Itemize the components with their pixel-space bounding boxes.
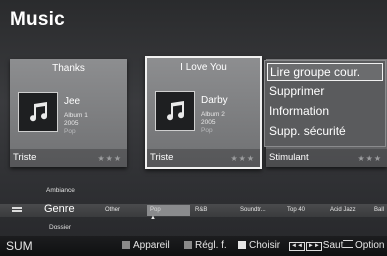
- music-card-1[interactable]: Thanks Jee Album 1 2005 Pop Triste ★★★: [10, 59, 127, 167]
- skip-back-icon: ◄◄: [289, 242, 305, 251]
- music-note-icon: [167, 101, 185, 121]
- green-key-icon: [184, 241, 192, 249]
- skip-hint[interactable]: ◄◄ ►► Saut: [289, 240, 343, 251]
- list-icon: [12, 207, 22, 215]
- selection-caret-icon: ▲: [150, 215, 156, 221]
- device-hint-label: Appareil: [133, 240, 170, 251]
- settings-hint[interactable]: Régl. f.: [184, 240, 227, 251]
- album-name: Album 2: [201, 111, 225, 118]
- mood-label: Triste: [150, 152, 174, 163]
- select-hint-label: Choisir: [249, 240, 281, 251]
- album-meta: Album 1 2005: [64, 112, 88, 128]
- menu-item-information[interactable]: Information: [267, 103, 383, 119]
- genre-chip[interactable]: Ball: [371, 205, 387, 216]
- context-menu: Lire groupe cour. Supprimer Information …: [264, 60, 386, 147]
- filter-current[interactable]: Genre: [44, 203, 75, 215]
- genre-chip[interactable]: Acid Jazz: [327, 205, 370, 216]
- source-label: SUM: [6, 239, 33, 253]
- skip-forward-icon: ►►: [305, 242, 322, 251]
- song-title: Thanks: [52, 63, 85, 74]
- red-key-icon: [122, 241, 130, 249]
- artist-name: Jee: [64, 96, 81, 107]
- menu-item-safe-delete[interactable]: Supp. sécurité: [267, 123, 383, 139]
- album-genre: Pop: [64, 128, 76, 135]
- album-art: [18, 92, 58, 132]
- settings-hint-label: Régl. f.: [195, 240, 227, 251]
- album-year: 2005: [201, 119, 216, 126]
- rating-stars: ★★★: [357, 154, 382, 163]
- genre-chip[interactable]: Other: [102, 205, 145, 216]
- option-hint[interactable]: Option: [343, 240, 384, 251]
- device-hint[interactable]: Appareil: [122, 240, 170, 251]
- genre-chip[interactable]: Top 40: [284, 205, 326, 216]
- album-name: Album 1: [64, 112, 88, 119]
- menu-item-delete[interactable]: Supprimer: [267, 83, 383, 99]
- artist-name: Darby: [201, 95, 228, 106]
- yellow-key-icon: [238, 241, 246, 249]
- mood-label: Triste: [13, 152, 37, 163]
- music-card-2[interactable]: I Love You Darby Album 2 2005 Pop Triste…: [145, 56, 262, 169]
- skip-hint-label: Saut: [322, 240, 344, 251]
- menu-icon: [343, 240, 353, 248]
- song-title: I Love You: [180, 62, 227, 73]
- album-genre: Pop: [201, 127, 213, 134]
- rating-stars: ★★★: [230, 154, 255, 163]
- genre-chip[interactable]: R&B: [192, 205, 235, 216]
- album-art: [155, 91, 195, 131]
- mood-label: Stimulant: [269, 152, 309, 163]
- filter-prev[interactable]: Ambiance: [46, 187, 75, 194]
- rating-stars: ★★★: [97, 154, 122, 163]
- music-note-icon: [30, 102, 48, 122]
- option-hint-label: Option: [355, 240, 385, 251]
- album-meta: Album 2 2005: [201, 111, 225, 127]
- genre-chip[interactable]: Soundtr...: [237, 205, 281, 216]
- select-hint[interactable]: Choisir: [238, 240, 280, 251]
- album-year: 2005: [64, 120, 79, 127]
- filter-next[interactable]: Dossier: [49, 224, 71, 231]
- page-title: Music: [10, 9, 65, 30]
- menu-item-play-group[interactable]: Lire groupe cour.: [267, 63, 383, 81]
